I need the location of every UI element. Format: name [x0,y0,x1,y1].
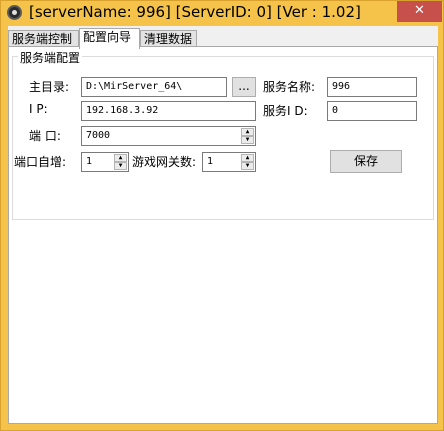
ip-field[interactable]: 192.168.3.92 [81,101,256,121]
port-value: 7000 [86,130,111,141]
ip-label: I P: [29,102,48,116]
root-dir-field[interactable]: D:\MirServer_64\ [81,77,227,97]
save-button[interactable]: 保存 [330,150,402,173]
gate-count-stepper[interactable]: 1 ▲ ▼ [202,152,256,172]
port-increment-value: 1 [86,156,93,167]
tab-strip: 服务端控制 配置向导 清理数据 [8,28,438,49]
server-id-label: 服务I D: [263,104,308,118]
gate-count-value: 1 [207,156,214,167]
server-name-label: 服务名称: [263,80,316,94]
server-config-group: 服务端配置 主目录: D:\MirServer_64\ ... 服务名称: 99… [12,49,434,220]
port-stepper[interactable]: 7000 ▲ ▼ [81,126,256,146]
port-decrease-button[interactable]: ▼ [241,136,254,144]
browse-button[interactable]: ... [232,77,256,97]
port-increment-stepper[interactable]: 1 ▲ ▼ [81,152,129,172]
port-spin-buttons: ▲ ▼ [241,128,254,144]
gate-count-spin-buttons: ▲ ▼ [241,154,254,170]
root-dir-label: 主目录: [29,80,70,94]
gate-count-increase-button[interactable]: ▲ [241,154,254,162]
config-wizard-panel: 服务端配置 主目录: D:\MirServer_64\ ... 服务名称: 99… [8,46,438,424]
port-label: 端 口: [29,129,61,143]
close-button[interactable]: ✕ [397,1,442,22]
port-increment-spin-buttons: ▲ ▼ [114,154,127,170]
group-title: 服务端配置 [18,49,83,66]
port-increment-increase-button[interactable]: ▲ [114,154,127,162]
gate-count-decrease-button[interactable]: ▼ [241,162,254,170]
window-title: [serverName: 996] [ServerID: 0] [Ver : 1… [29,3,361,21]
tab-config-wizard[interactable]: 配置向导 [79,28,140,49]
port-increment-decrease-button[interactable]: ▼ [114,162,127,170]
server-id-field[interactable]: 0 [327,101,417,121]
server-name-field[interactable]: 996 [327,77,417,97]
title-bar[interactable]: [serverName: 996] [ServerID: 0] [Ver : 1… [1,1,443,25]
port-increase-button[interactable]: ▲ [241,128,254,136]
app-window: [serverName: 996] [ServerID: 0] [Ver : 1… [0,0,444,431]
gate-count-label: 游戏网关数: [132,155,197,169]
client-area: 服务端控制 配置向导 清理数据 服务端配置 主目录: D:\MirServer_… [8,26,438,424]
port-increment-label: 端口自增: [14,155,67,169]
app-icon [7,5,22,20]
close-icon: ✕ [414,3,425,18]
